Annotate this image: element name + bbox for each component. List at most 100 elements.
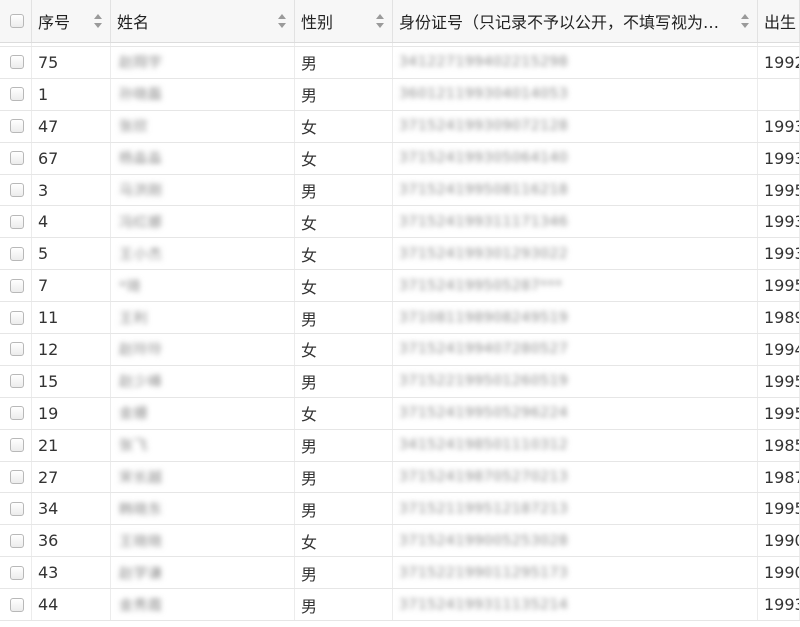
column-header-name-label: 姓名 [117, 13, 150, 32]
name-value: 赵少峰 [119, 374, 163, 391]
cell-gender: 女 [295, 142, 393, 174]
column-header-birth[interactable]: 出生 [758, 0, 800, 42]
row-checkbox[interactable] [10, 310, 24, 325]
row-checkbox[interactable] [10, 406, 24, 421]
row-checkbox[interactable] [10, 214, 24, 229]
cell-birth: 1990 [758, 525, 800, 557]
row-checkbox[interactable] [10, 565, 24, 580]
select-all-checkbox[interactable] [10, 14, 24, 28]
column-header-gender[interactable]: 性别 [295, 0, 393, 42]
table-row[interactable]: 19 金姗 女 371524199505296224 1995 [0, 397, 800, 430]
table-row[interactable]: 27 宋长越 男 371524198705270213 1987 [0, 461, 800, 494]
cell-idcard: 371522199501260519 [393, 365, 758, 397]
cell-gender: 女 [295, 238, 393, 270]
row-checkbox[interactable] [10, 87, 24, 102]
cell-idcard: 371524199505287*** [393, 270, 758, 302]
column-header-seq[interactable]: 序号 [32, 0, 111, 42]
table-row[interactable]: 21 张飞 男 341524198501110312 1985 [0, 429, 800, 462]
idcard-value: 371522199011295173 [399, 564, 569, 581]
cell-idcard: 371524199508116218 [393, 174, 758, 206]
cell-idcard: 341227199402215298 [393, 47, 758, 78]
cell-name: 孙晓磊 [111, 78, 295, 110]
table-row[interactable]: 11 王利 男 371081198908249519 1989 [0, 302, 800, 335]
cell-birth: 1995 [758, 493, 800, 525]
cell-idcard: 371524199311171346 [393, 206, 758, 238]
idcard-value: 371524199309072128 [399, 118, 569, 135]
idcard-value: 371524199305064140 [399, 150, 569, 167]
cell-idcard: 371524199305064140 [393, 142, 758, 174]
table-row[interactable]: 5 王小杰 女 371524199301293022 1993 [0, 238, 800, 271]
row-checkbox[interactable] [10, 55, 24, 70]
row-checkbox[interactable] [10, 438, 24, 453]
name-value: 张飞 [119, 438, 148, 455]
row-checkbox[interactable] [10, 246, 24, 261]
idcard-value: 371524199505296224 [399, 405, 569, 422]
cell-seq: 4 [32, 206, 111, 238]
table-row[interactable]: 34 韩晓东 男 371521199512187213 1995 [0, 493, 800, 526]
name-value: 冯红娜 [119, 214, 163, 231]
cell-birth: 1995 [758, 397, 800, 429]
sort-icon[interactable] [376, 14, 384, 28]
cell-gender: 女 [295, 334, 393, 365]
column-header-name[interactable]: 姓名 [111, 0, 295, 42]
table-row[interactable]: 43 赵学谦 男 371522199011295173 1990 [0, 557, 800, 590]
table-row[interactable]: 4 冯红娜 女 371524199311171346 1993 [0, 206, 800, 239]
cell-birth: 1992 [758, 47, 800, 78]
cell-seq: 19 [32, 397, 111, 429]
table-row[interactable]: 12 赵玲玲 女 371524199407280527 1994 [0, 334, 800, 366]
row-checkbox[interactable] [10, 183, 24, 197]
cell-gender: 女 [295, 110, 393, 142]
cell-birth: 1993 [758, 589, 800, 621]
cell-name: *琦 [111, 270, 295, 302]
table-row[interactable]: 67 杨淼淼 女 371524199305064140 1993 [0, 142, 800, 175]
cell-gender: 男 [295, 429, 393, 461]
cell-name: 张欣 [111, 110, 295, 142]
table-row[interactable]: 47 张欣 女 371524199309072128 1993 [0, 110, 800, 143]
column-header-idcard-label: 身份证号（只记录不予以公开，不填写视为… [399, 13, 720, 32]
cell-idcard: 371524199309072128 [393, 110, 758, 142]
cell-gender: 男 [295, 78, 393, 110]
row-checkbox[interactable] [10, 278, 24, 293]
data-table: 序号 姓名 性别 身份证号（只记录不予以公开，不填写视为… 出生 75 赵翔宇 … [0, 0, 800, 627]
cell-name: 金秀霞 [111, 589, 295, 621]
row-checkbox[interactable] [10, 374, 24, 389]
cell-gender: 女 [295, 206, 393, 238]
cell-idcard: 371524199505296224 [393, 397, 758, 429]
row-checkbox[interactable] [10, 501, 24, 516]
table-row[interactable]: 75 赵翔宇 男 341227199402215298 1992 [0, 47, 800, 79]
cell-gender: 男 [295, 174, 393, 206]
column-header-birth-label: 出生 [764, 13, 797, 32]
table-body: 75 赵翔宇 男 341227199402215298 1992 1 孙晓磊 男… [0, 43, 800, 622]
idcard-value: 371081198908249519 [399, 309, 569, 326]
row-checkbox[interactable] [10, 342, 24, 357]
table-row[interactable]: 15 赵少峰 男 371522199501260519 1995 [0, 365, 800, 398]
idcard-value: 371524198705270213 [399, 469, 569, 486]
table-row[interactable]: 36 王晓晓 女 371524199005253028 1990 [0, 525, 800, 558]
cell-name: 杨淼淼 [111, 142, 295, 174]
sort-icon[interactable] [741, 14, 749, 28]
column-header-idcard[interactable]: 身份证号（只记录不予以公开，不填写视为… [393, 0, 758, 42]
table-row[interactable]: 44 金秀霞 男 371524199311135214 1993 [0, 589, 800, 622]
sort-icon[interactable] [94, 14, 102, 28]
row-checkbox[interactable] [10, 533, 24, 548]
cell-name: 宋长越 [111, 461, 295, 493]
idcard-value: 371521199512187213 [399, 500, 569, 517]
cell-seq: 36 [32, 525, 111, 557]
sort-icon[interactable] [278, 14, 286, 28]
cell-birth: 1995 [758, 365, 800, 397]
table-row[interactable]: 7 *琦 女 371524199505287*** 1995 [0, 270, 800, 303]
cell-idcard: 360121199304014053 [393, 78, 758, 110]
select-all-cell [0, 0, 32, 42]
idcard-value: 360121199304014053 [399, 86, 569, 103]
cell-idcard: 341524198501110312 [393, 429, 758, 461]
row-checkbox[interactable] [10, 151, 24, 166]
row-checkbox[interactable] [10, 597, 24, 612]
table-row[interactable]: 1 孙晓磊 男 360121199304014053 [0, 78, 800, 111]
table-row[interactable]: 3 马洪刚 男 371524199508116218 1995 [0, 174, 800, 207]
row-checkbox[interactable] [10, 470, 24, 485]
row-checkbox[interactable] [10, 119, 24, 134]
cell-gender: 女 [295, 525, 393, 557]
cell-gender: 女 [295, 397, 393, 429]
cell-seq: 27 [32, 461, 111, 493]
cell-name: 赵翔宇 [111, 47, 295, 78]
